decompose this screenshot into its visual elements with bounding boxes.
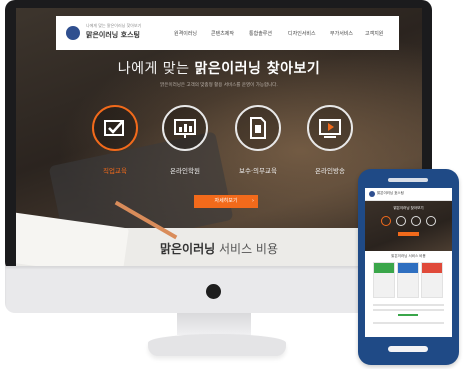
mobile-small-button[interactable] [398,314,418,316]
nav-item-2[interactable]: 콘텐츠제작 [211,30,234,37]
mobile-section-rest: 서비스 비용 [407,254,426,258]
hero-title-highlight: 맑은이러닝 찾아보기 [194,61,321,77]
mobile-price-card-2[interactable] [397,262,419,298]
top-navigation: 나에게 맞는 맑은이러닝 찾아보기 맑은이러닝 호스팅 원격이러닝 콘텐츠제작 … [56,16,399,50]
card-header-blue [398,263,418,273]
hero-title: 나에게 맞는 맑은이러닝 찾아보기 [16,58,422,78]
mobile-cta-button[interactable] [398,232,419,236]
nav-item-1[interactable]: 원격이러닝 [174,30,197,37]
category-label-2[interactable]: 온라인학원 [145,165,225,175]
nav-item-4[interactable]: 디자인서비스 [288,30,316,37]
logo-tagline: 나에게 맞는 맑은이러닝 찾아보기 [86,23,142,28]
mobile-price-card-1[interactable] [373,262,395,298]
document-icon [250,117,266,139]
certificate-icon [104,120,124,136]
category-circle-2[interactable] [162,105,208,151]
monitor-stand-neck [177,313,251,335]
category-circle-4[interactable] [307,105,353,151]
category-circle-1[interactable] [92,105,138,151]
cta-label: 자세히보기 [214,198,238,204]
category-label-3[interactable]: 보수·의무교육 [218,165,298,175]
mobile-text-line [373,322,444,324]
section-title-bold: 맑은이러닝 [159,242,216,256]
phone-screen: 맑은이러닝 호스팅 맑은이러닝 찾아보기 맑은이러닝 서비스 비용 [365,188,452,337]
phone-speaker [388,178,428,182]
phone-home-button [388,346,428,352]
card-header-red [422,263,442,273]
logo-name[interactable]: 맑은이러닝 호스팅 [86,30,140,40]
mobile-header: 맑은이러닝 호스팅 [365,188,452,201]
nav-item-3[interactable]: 통합솔루션 [249,30,272,37]
card-header-green [374,263,394,273]
category-circle-3[interactable] [235,105,281,151]
video-play-icon [319,119,341,138]
mobile-text-line [373,304,444,306]
category-label-4[interactable]: 온라인방송 [290,165,370,175]
arrow-right-icon: › [252,198,254,204]
logo-icon[interactable] [66,26,80,40]
mobile-logo-icon[interactable] [369,191,375,197]
cta-button[interactable]: 자세히보기 › [194,195,258,208]
mobile-logo-name[interactable]: 맑은이러닝 호스팅 [377,191,404,196]
nav-item-5[interactable]: 부가서비스 [330,30,353,37]
mobile-category-1[interactable] [381,216,391,226]
chart-board-icon [174,119,196,138]
power-button-icon [206,284,221,299]
hero-subtitle: 맑은이러닝은 고객의 맞춤형 활용 서비스를 운영이 가능합니다. [160,83,278,88]
mobile-category-4[interactable] [426,216,436,226]
mobile-category-3[interactable] [411,216,421,226]
monitor-stand-base [148,334,286,356]
section-title-rest: 서비스 비용 [215,242,279,256]
mobile-price-card-3[interactable] [421,262,443,298]
mobile-section-bold: 맑은이러닝 [391,254,408,258]
mobile-category-2[interactable] [396,216,406,226]
phone-device: 맑은이러닝 호스팅 맑은이러닝 찾아보기 맑은이러닝 서비스 비용 [358,169,459,365]
mobile-section-title: 맑은이러닝 서비스 비용 [365,254,452,259]
mobile-text-line [373,309,444,311]
hero-title-prefix: 나에게 맞는 [117,61,195,77]
mobile-hero-title: 맑은이러닝 찾아보기 [393,206,424,210]
nav-item-6[interactable]: 고객지원 [365,30,383,37]
category-label-1[interactable]: 직업교육 [75,165,155,175]
